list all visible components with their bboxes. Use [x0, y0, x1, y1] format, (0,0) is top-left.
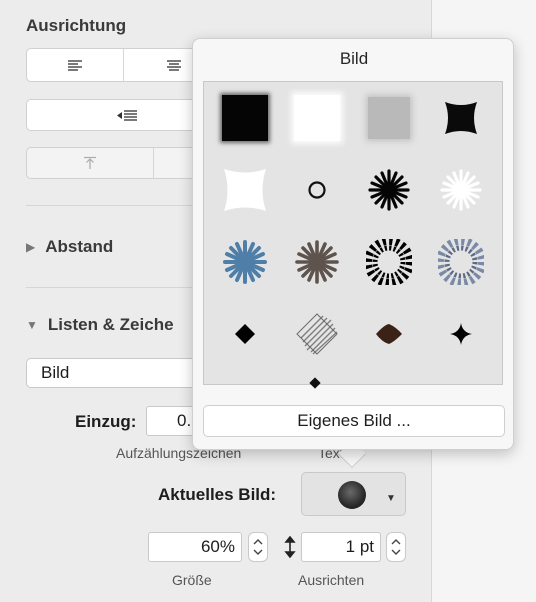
bullet-image-grid — [203, 81, 503, 389]
align-offset-caption: Ausrichten — [298, 572, 365, 588]
bullet-option-radial-lines-black[interactable] — [359, 232, 419, 292]
image-bullet-popover: Bild Eigenes Bild ... — [192, 38, 514, 450]
size-value: 60% — [200, 537, 235, 556]
align-top-button[interactable] — [27, 148, 153, 178]
disclosure-down-icon: ▼ — [26, 318, 38, 332]
bullet-option-gray-square[interactable] — [359, 88, 419, 148]
decrease-indent-icon — [117, 109, 137, 121]
bullet-option-black-square[interactable] — [215, 88, 275, 148]
bullet-type-value: Bild — [41, 363, 70, 382]
stepper-icon — [253, 539, 263, 555]
bullet-option-black-puffy[interactable] — [431, 88, 491, 148]
indent-label: Einzug: — [75, 412, 137, 431]
bullet-option-hollow-circle[interactable] — [287, 160, 347, 220]
bullet-option-partial-diamond[interactable] — [309, 377, 321, 389]
vertical-arrow-icon — [284, 536, 296, 558]
align-left-icon — [68, 59, 82, 71]
size-field[interactable]: 60% — [148, 532, 242, 562]
bullet-option-dark-brown-diamond[interactable] — [359, 304, 419, 364]
size-caption: Größe — [172, 572, 212, 588]
align-top-icon — [84, 156, 96, 169]
current-image-well[interactable]: ▼ — [301, 472, 406, 516]
stepper-icon — [391, 539, 401, 555]
popover-title: Bild — [339, 49, 369, 68]
bullet-option-sketch-diamond[interactable] — [287, 304, 347, 364]
bullet-option-white-puffy[interactable] — [215, 160, 275, 220]
custom-image-label: Eigenes Bild ... — [297, 411, 411, 430]
size-stepper[interactable] — [248, 532, 268, 562]
bullet-option-white-burst[interactable] — [431, 160, 491, 220]
custom-image-button[interactable]: Eigenes Bild ... — [203, 405, 505, 437]
bullet-option-white-square[interactable] — [287, 88, 347, 148]
lists-label: Listen & Zeiche — [47, 315, 174, 334]
lists-disclosure[interactable]: ▼ Listen & Zeiche — [26, 314, 174, 336]
dropdown-chevron-icon: ▼ — [386, 493, 396, 504]
bullet-option-black-diamond[interactable] — [215, 304, 275, 364]
indent-value: 0. — [177, 411, 192, 430]
alignment-header: Ausrichtung — [26, 16, 127, 35]
align-offset-field[interactable]: 1 pt — [301, 532, 381, 562]
bullet-option-radial-lines-slate[interactable] — [431, 232, 491, 292]
bullet-option-blue-burst[interactable] — [215, 232, 275, 292]
spacing-disclosure[interactable]: ▶ Abstand — [26, 236, 113, 258]
spacing-label: Abstand — [45, 237, 114, 256]
bullet-option-black-star[interactable] — [431, 304, 491, 364]
bullet-option-black-burst[interactable] — [359, 160, 419, 220]
bullet-option-brown-burst[interactable] — [287, 232, 347, 292]
current-image-label: Aktuelles Bild: — [158, 485, 277, 504]
disclosure-right-icon: ▶ — [26, 240, 36, 254]
align-left-button[interactable] — [27, 49, 123, 81]
align-offset-value: 1 pt — [345, 537, 374, 556]
current-bullet-image — [338, 481, 366, 509]
align-center-icon — [167, 59, 181, 71]
align-offset-stepper[interactable] — [386, 532, 406, 562]
